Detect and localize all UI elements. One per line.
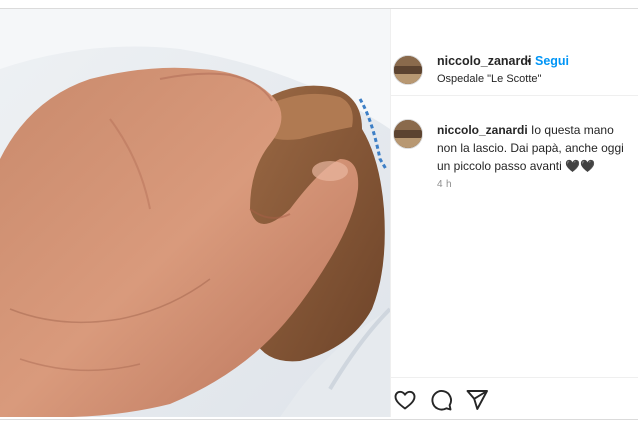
hands-holding-image: [0, 9, 390, 417]
speech-bubble-icon[interactable]: [429, 388, 453, 412]
heart-icon[interactable]: [393, 388, 417, 412]
post-sidebar: niccolo_zanardi • Segui Ospedale "Le Sco…: [390, 9, 638, 417]
paper-plane-icon[interactable]: [465, 388, 489, 412]
post-photo[interactable]: [0, 9, 390, 417]
post-timestamp[interactable]: 4 h: [437, 179, 452, 190]
post-header: niccolo_zanardi • Segui Ospedale "Le Sco…: [391, 9, 638, 96]
post-caption: niccolo_zanardi Io questa mano non la la…: [437, 121, 637, 175]
separator-dot: •: [527, 54, 532, 68]
username-link[interactable]: niccolo_zanardi: [437, 54, 531, 68]
follow-button[interactable]: Segui: [535, 54, 569, 68]
action-bar: [391, 377, 638, 418]
avatar[interactable]: [393, 55, 423, 85]
location-link[interactable]: Ospedale "Le Scotte": [437, 73, 541, 85]
avatar-image: [394, 120, 422, 148]
caption-avatar[interactable]: [393, 119, 423, 149]
instagram-post: niccolo_zanardi • Segui Ospedale "Le Sco…: [0, 8, 638, 420]
caption-username[interactable]: niccolo_zanardi: [437, 123, 528, 137]
avatar-image: [394, 56, 422, 84]
